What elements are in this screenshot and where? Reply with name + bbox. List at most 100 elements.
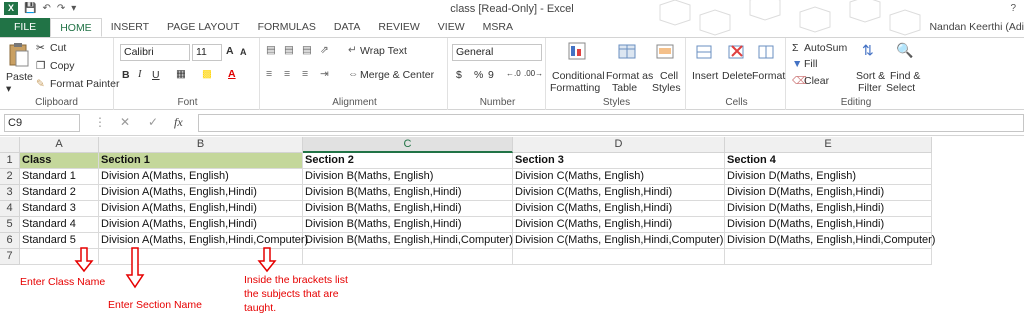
merge-center-button[interactable]: Merge & Center (360, 69, 434, 81)
cell-d2[interactable]: Division C(Maths, English) (513, 169, 725, 185)
row-header[interactable]: 3 (0, 185, 20, 201)
wrap-text-button[interactable]: Wrap Text (360, 45, 407, 57)
find-select-label-2[interactable]: Select (886, 82, 915, 94)
delete-button[interactable]: Delete (722, 70, 752, 82)
find-select-icon[interactable]: 🔍 (896, 42, 913, 59)
conditional-formatting-button[interactable]: Conditional (552, 70, 605, 82)
delete-cells-icon[interactable] (728, 42, 746, 60)
clear-button[interactable]: Clear (804, 75, 829, 87)
cell-c5[interactable]: Division B(Maths, English,Hindi) (303, 217, 513, 233)
align-center-icon[interactable]: ≡ (284, 68, 290, 80)
sort-filter-icon[interactable]: ⇅ (862, 42, 874, 59)
formula-input[interactable] (198, 114, 1024, 132)
copy-button[interactable]: Copy (50, 60, 75, 72)
formula-bar-menu-icon[interactable]: ⋮ (94, 115, 106, 129)
fill-icon[interactable]: ▼ (792, 58, 802, 70)
row-header[interactable]: 7 (0, 249, 20, 265)
percent-button[interactable]: % (474, 69, 483, 81)
row-header[interactable]: 2 (0, 169, 20, 185)
comma-button[interactable]: 9 (488, 69, 494, 81)
cell-styles-label-2[interactable]: Styles (652, 82, 681, 94)
cell-c3[interactable]: Division B(Maths, English,Hindi) (303, 185, 513, 201)
cell-e4[interactable]: Division D(Maths, English,Hindi) (725, 201, 932, 217)
cell-e7[interactable] (725, 249, 932, 265)
fill-color-icon[interactable]: ▩ (202, 68, 212, 80)
cell-a3[interactable]: Standard 2 (20, 185, 99, 201)
cell-d1[interactable]: Section 3 (513, 153, 725, 169)
cell-a1[interactable]: Class (20, 153, 99, 169)
paste-icon[interactable] (8, 42, 30, 68)
align-right-icon[interactable]: ≡ (302, 68, 308, 80)
insert-function-button[interactable]: fx (174, 115, 183, 130)
borders-icon[interactable]: ▦ (176, 68, 186, 80)
cell-b4[interactable]: Division A(Maths, English,Hindi) (99, 201, 303, 217)
cell-b2[interactable]: Division A(Maths, English) (99, 169, 303, 185)
find-select-button[interactable]: Find & (890, 70, 920, 82)
enter-icon[interactable]: ✓ (148, 115, 158, 129)
cell-d3[interactable]: Division C(Maths, English,Hindi) (513, 185, 725, 201)
tab-insert[interactable]: INSERT (102, 18, 158, 37)
cut-icon[interactable]: ✂ (36, 42, 45, 54)
grow-font-button[interactable]: A (226, 45, 234, 57)
user-account[interactable]: Nandan Keerthi (Adi (929, 21, 1024, 33)
align-top-icon[interactable]: ▤ (266, 44, 276, 56)
font-size-select[interactable]: 11 (192, 44, 222, 61)
autosum-icon[interactable]: Σ (792, 42, 799, 54)
cell-c2[interactable]: Division B(Maths, English) (303, 169, 513, 185)
conditional-formatting-icon[interactable] (568, 42, 586, 60)
cell-d5[interactable]: Division C(Maths, English,Hindi) (513, 217, 725, 233)
sort-filter-label-2[interactable]: Filter (858, 82, 881, 94)
tab-review[interactable]: REVIEW (369, 18, 428, 37)
row-header[interactable]: 5 (0, 217, 20, 233)
format-button[interactable]: Format (752, 70, 785, 82)
cell-a2[interactable]: Standard 1 (20, 169, 99, 185)
cell-c4[interactable]: Division B(Maths, English,Hindi) (303, 201, 513, 217)
format-cells-icon[interactable] (758, 42, 776, 60)
format-as-table-label-2[interactable]: Table (612, 82, 637, 94)
cell-a4[interactable]: Standard 3 (20, 201, 99, 217)
font-name-select[interactable]: Calibri (120, 44, 190, 61)
cancel-icon[interactable]: ✕ (120, 115, 130, 129)
italic-button[interactable]: I (138, 69, 142, 80)
paste-dropdown-icon[interactable]: ▾ (6, 83, 11, 95)
tab-data[interactable]: DATA (325, 18, 369, 37)
tab-msra[interactable]: MSRA (474, 18, 522, 37)
copy-icon[interactable]: ❐ (36, 60, 45, 72)
cell-e5[interactable]: Division D(Maths, English,Hindi) (725, 217, 932, 233)
cell-d4[interactable]: Division C(Maths, English,Hindi) (513, 201, 725, 217)
cell-e1[interactable]: Section 4 (725, 153, 932, 169)
cell-e6[interactable]: Division D(Maths, English,Hindi,Computer… (725, 233, 935, 249)
tab-file[interactable]: FILE (0, 18, 51, 37)
currency-button[interactable]: $ (456, 69, 462, 81)
insert-cells-icon[interactable] (696, 42, 714, 60)
decrease-decimal-icon[interactable]: .00→ (524, 69, 543, 78)
bold-button[interactable]: B (122, 69, 130, 81)
cut-button[interactable]: Cut (50, 42, 66, 54)
cell-d7[interactable] (513, 249, 725, 265)
underline-button[interactable]: U (152, 69, 160, 81)
cell-c6[interactable]: Division B(Maths, English,Hindi,Computer… (303, 233, 513, 249)
increase-decimal-icon[interactable]: ←.0 (506, 69, 521, 78)
row-header[interactable]: 4 (0, 201, 20, 217)
wrap-text-icon[interactable]: ↵ (348, 44, 357, 56)
help-button[interactable]: ? (1010, 3, 1016, 14)
cell-d6[interactable]: Division C(Maths, English,Hindi,Computer… (513, 233, 725, 249)
number-format-select[interactable]: General (452, 44, 542, 61)
column-header-c[interactable]: C (303, 137, 513, 153)
format-as-table-button[interactable]: Format as (606, 70, 653, 82)
row-header[interactable]: 1 (0, 153, 20, 169)
column-header-e[interactable]: E (725, 137, 932, 153)
tab-home[interactable]: HOME (50, 18, 102, 37)
column-header-d[interactable]: D (513, 137, 725, 153)
column-header-b[interactable]: B (99, 137, 303, 153)
tab-view[interactable]: VIEW (429, 18, 474, 37)
merge-icon[interactable]: ⇔ (348, 68, 359, 80)
tab-formulas[interactable]: FORMULAS (249, 18, 325, 37)
fill-button[interactable]: Fill (804, 58, 817, 70)
align-bottom-icon[interactable]: ▤ (302, 44, 312, 56)
tab-page-layout[interactable]: PAGE LAYOUT (158, 18, 249, 37)
cell-a5[interactable]: Standard 4 (20, 217, 99, 233)
align-middle-icon[interactable]: ▤ (284, 44, 294, 56)
paste-button[interactable]: Paste (6, 71, 33, 83)
cell-c7[interactable] (303, 249, 513, 265)
